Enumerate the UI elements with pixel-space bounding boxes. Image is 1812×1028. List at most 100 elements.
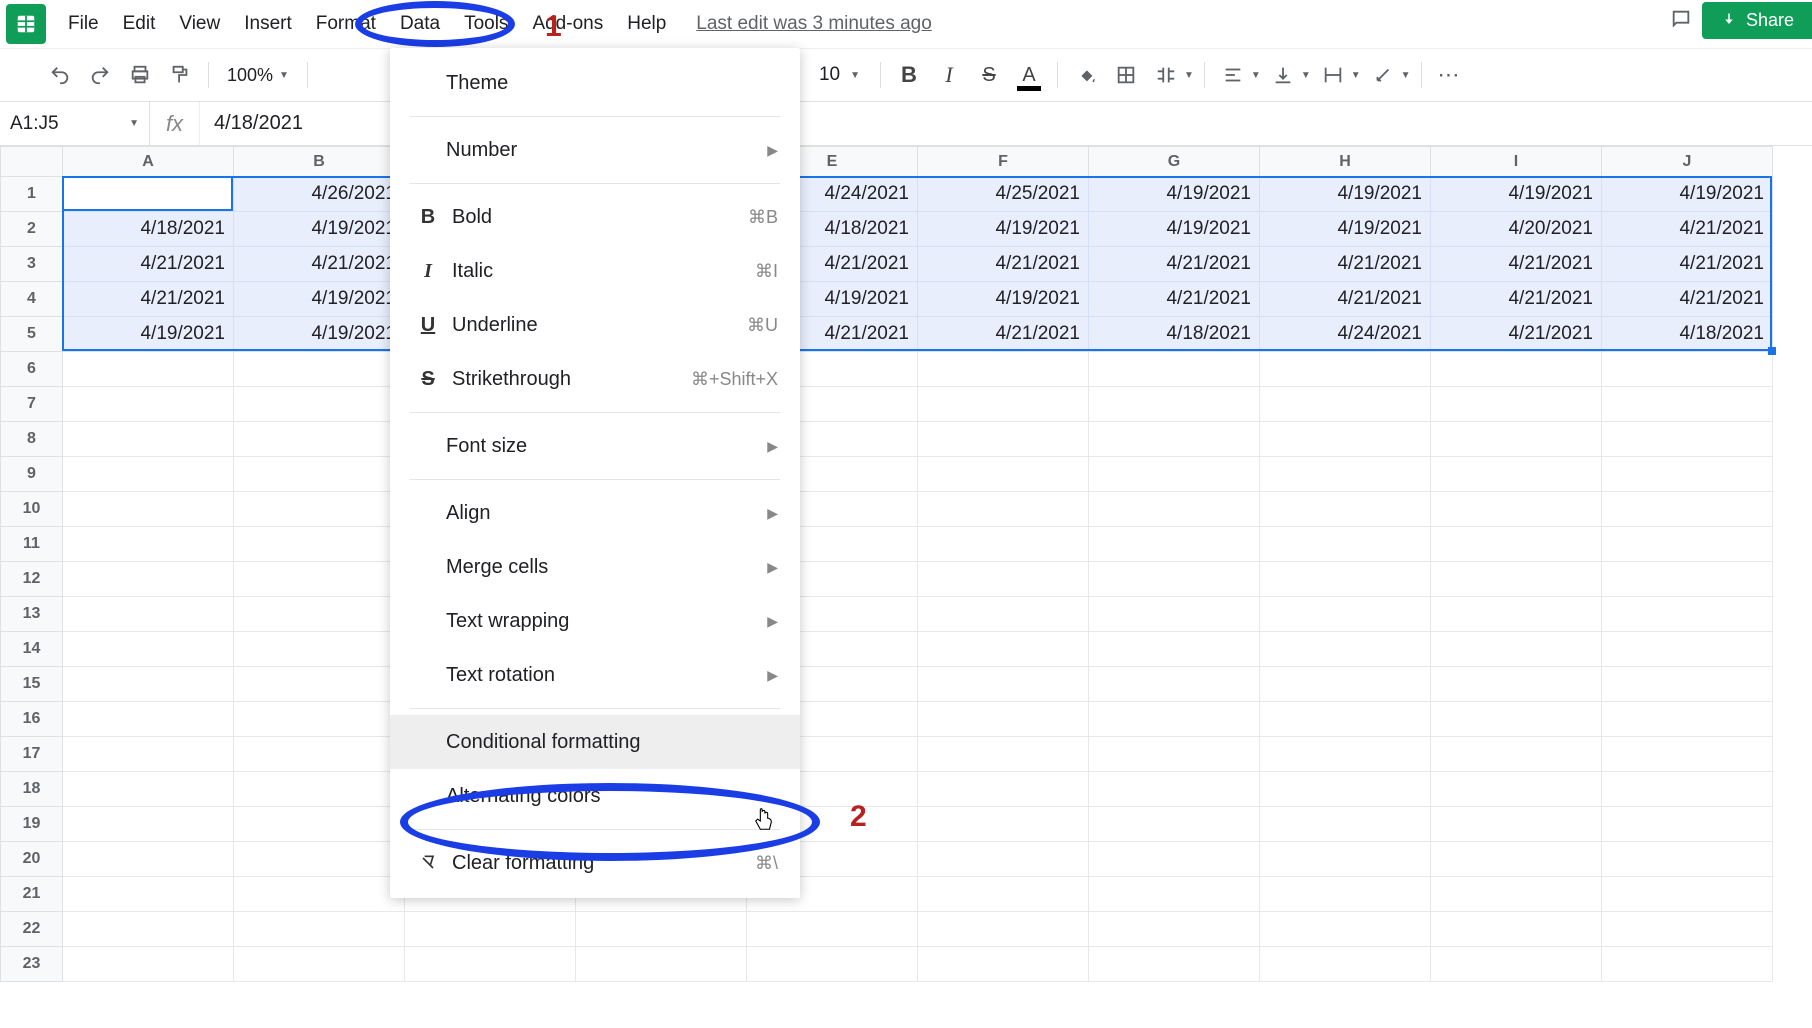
menu-text-wrapping[interactable]: Text wrapping ▶: [390, 594, 800, 648]
cell[interactable]: [405, 947, 576, 982]
cell[interactable]: [63, 492, 234, 527]
cell[interactable]: [1260, 877, 1431, 912]
cell[interactable]: 4/21/2021: [1089, 247, 1260, 282]
row-header[interactable]: 16: [1, 702, 63, 737]
select-all-corner[interactable]: [1, 147, 63, 177]
cell[interactable]: [918, 947, 1089, 982]
cell[interactable]: [63, 807, 234, 842]
cell[interactable]: [1260, 492, 1431, 527]
cell[interactable]: 4/21/2021: [1260, 247, 1431, 282]
cell[interactable]: [1431, 807, 1602, 842]
cell[interactable]: 4/21/2021: [1431, 247, 1602, 282]
cell[interactable]: [1431, 737, 1602, 772]
cell[interactable]: [1089, 772, 1260, 807]
cell[interactable]: 4/18/2021: [63, 212, 234, 247]
cell[interactable]: [63, 842, 234, 877]
horizontal-align-button[interactable]: ▼: [1215, 57, 1261, 93]
italic-button[interactable]: I: [931, 57, 967, 93]
cell[interactable]: 4/21/2021: [918, 317, 1089, 352]
cell[interactable]: [234, 772, 405, 807]
cell[interactable]: 4/18/2021: [1602, 317, 1773, 352]
menu-view[interactable]: View: [167, 9, 232, 39]
cell[interactable]: [1089, 702, 1260, 737]
cell[interactable]: [1260, 667, 1431, 702]
cell[interactable]: [1260, 772, 1431, 807]
cell[interactable]: [63, 422, 234, 457]
cell[interactable]: [1602, 737, 1773, 772]
cell[interactable]: [1089, 352, 1260, 387]
cell[interactable]: 4/21/2021: [1602, 212, 1773, 247]
cell[interactable]: [1431, 492, 1602, 527]
cell[interactable]: [1602, 562, 1773, 597]
row-header[interactable]: 22: [1, 912, 63, 947]
cell[interactable]: 4/21/2021: [1089, 282, 1260, 317]
cell[interactable]: 4/21/2021: [1431, 282, 1602, 317]
cell[interactable]: [1602, 947, 1773, 982]
cell[interactable]: 4/25/2021: [918, 177, 1089, 212]
cell[interactable]: [1089, 457, 1260, 492]
cell[interactable]: [1602, 422, 1773, 457]
row-header[interactable]: 1: [1, 177, 63, 212]
cell[interactable]: 4/21/2021: [1602, 282, 1773, 317]
cell[interactable]: 4/19/2021: [63, 317, 234, 352]
merge-cells-button[interactable]: ▼: [1148, 57, 1194, 93]
row-header[interactable]: 17: [1, 737, 63, 772]
cell[interactable]: 4/21/2021: [918, 247, 1089, 282]
cell[interactable]: [918, 527, 1089, 562]
sheets-logo[interactable]: [6, 4, 46, 44]
column-header[interactable]: A: [63, 147, 234, 177]
cell[interactable]: [63, 947, 234, 982]
cell[interactable]: [1602, 667, 1773, 702]
cell[interactable]: [234, 807, 405, 842]
cell[interactable]: 4/21/2021: [234, 247, 405, 282]
cell[interactable]: [1431, 387, 1602, 422]
cell[interactable]: [234, 597, 405, 632]
menu-tools[interactable]: Tools: [452, 9, 520, 39]
cell[interactable]: [1260, 387, 1431, 422]
cell[interactable]: 4/21/2021: [63, 282, 234, 317]
last-edit-link[interactable]: Last edit was 3 minutes ago: [696, 13, 932, 35]
cell[interactable]: 4/18/2021: [63, 177, 234, 212]
cell[interactable]: [576, 912, 747, 947]
menu-font-size[interactable]: Font size ▶: [390, 419, 800, 473]
cell[interactable]: 4/21/2021: [1260, 282, 1431, 317]
cell[interactable]: [1431, 877, 1602, 912]
cell[interactable]: 4/19/2021: [918, 212, 1089, 247]
cell[interactable]: [1260, 632, 1431, 667]
row-header[interactable]: 6: [1, 352, 63, 387]
cell[interactable]: [1602, 492, 1773, 527]
cell[interactable]: [1602, 842, 1773, 877]
menu-text-rotation[interactable]: Text rotation ▶: [390, 648, 800, 702]
cell[interactable]: [1260, 807, 1431, 842]
menu-underline[interactable]: U Underline ⌘U: [390, 298, 800, 352]
menu-file[interactable]: File: [56, 9, 111, 39]
spreadsheet-grid[interactable]: ABCDEFGHIJ14/18/20214/26/20214/24/20214/…: [0, 146, 1812, 982]
cell[interactable]: [918, 912, 1089, 947]
cell[interactable]: [1602, 702, 1773, 737]
cell[interactable]: [918, 772, 1089, 807]
cell[interactable]: [918, 352, 1089, 387]
cell[interactable]: [63, 772, 234, 807]
cell[interactable]: [1431, 597, 1602, 632]
cell[interactable]: [1431, 772, 1602, 807]
cell[interactable]: [1260, 457, 1431, 492]
cell[interactable]: [63, 877, 234, 912]
row-header[interactable]: 23: [1, 947, 63, 982]
menu-theme[interactable]: Theme: [390, 56, 800, 110]
cell[interactable]: [1089, 877, 1260, 912]
row-header[interactable]: 7: [1, 387, 63, 422]
menu-format[interactable]: Format: [304, 9, 388, 39]
vertical-align-button[interactable]: ▼: [1265, 57, 1311, 93]
zoom-select[interactable]: 100% ▼: [219, 65, 297, 86]
column-header[interactable]: H: [1260, 147, 1431, 177]
cell[interactable]: [234, 842, 405, 877]
cell[interactable]: [1089, 667, 1260, 702]
cell[interactable]: [1089, 737, 1260, 772]
cell[interactable]: [234, 912, 405, 947]
cell[interactable]: [63, 667, 234, 702]
cell[interactable]: [1089, 947, 1260, 982]
cell[interactable]: [1089, 597, 1260, 632]
row-header[interactable]: 15: [1, 667, 63, 702]
redo-button[interactable]: [82, 57, 118, 93]
cell[interactable]: [918, 457, 1089, 492]
